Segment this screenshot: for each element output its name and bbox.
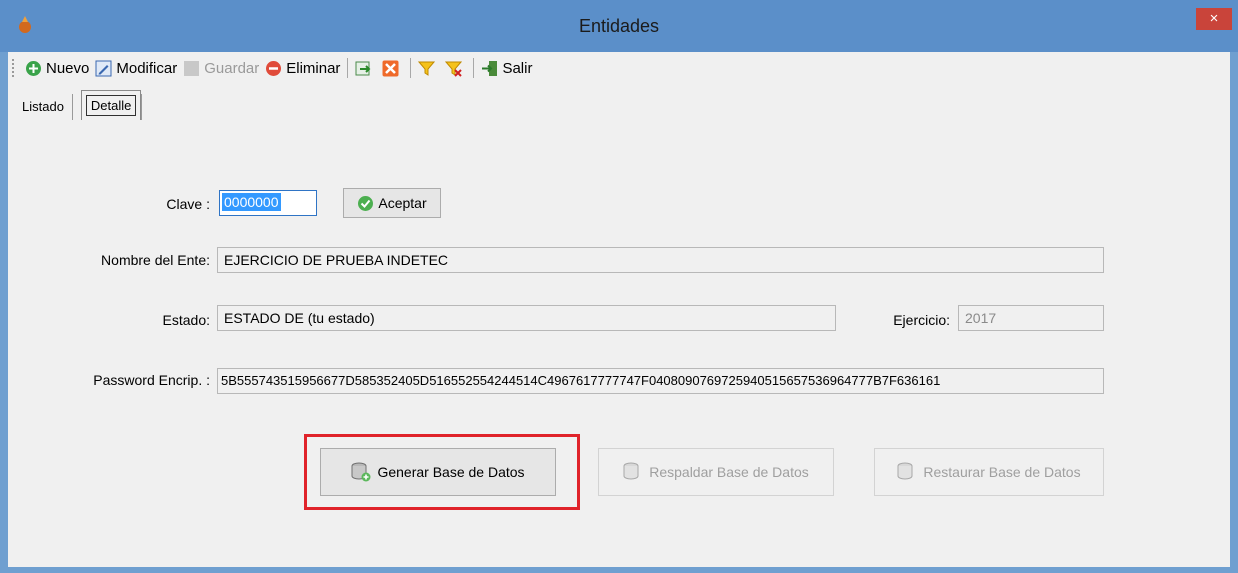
title-bar: Entidades × bbox=[0, 0, 1238, 52]
cancel-icon bbox=[382, 60, 399, 76]
tab-strip: Listado Detalle bbox=[14, 88, 143, 120]
toolbar-grip[interactable] bbox=[12, 59, 16, 77]
tab-detalle[interactable]: Detalle bbox=[80, 90, 142, 120]
tab-separator bbox=[71, 94, 73, 120]
cancel-button[interactable] bbox=[379, 56, 406, 80]
respaldar-base-label: Respaldar Base de Datos bbox=[649, 464, 809, 480]
toolbar: Nuevo Modificar Guardar Eliminar Salir bbox=[8, 52, 1230, 84]
window-title: Entidades bbox=[578, 16, 660, 36]
check-icon bbox=[358, 195, 374, 211]
save-button[interactable]: Guardar bbox=[180, 56, 262, 80]
database-backup-icon bbox=[623, 462, 639, 480]
clave-value: 0000000 bbox=[222, 193, 281, 211]
tab-listado[interactable]: Listado bbox=[14, 93, 72, 120]
application-window: Entidades × Nuevo Modificar Guardar Elim… bbox=[0, 0, 1238, 573]
exit-label: Salir bbox=[502, 59, 533, 77]
exit-icon bbox=[482, 60, 498, 76]
clear-filter-button[interactable] bbox=[442, 56, 469, 80]
password-field: 5B555743515956677D585352405D516552554244… bbox=[217, 368, 1104, 394]
client-area: Nuevo Modificar Guardar Eliminar Salir L… bbox=[8, 52, 1230, 567]
exit-button[interactable]: Salir bbox=[478, 56, 535, 80]
ejercicio-field: 2017 bbox=[958, 305, 1104, 331]
close-button[interactable]: × bbox=[1196, 8, 1232, 30]
new-button[interactable]: Nuevo bbox=[22, 56, 92, 80]
restaurar-base-label: Restaurar Base de Datos bbox=[923, 464, 1081, 480]
estado-label: Estado: bbox=[162, 312, 210, 328]
delete-icon bbox=[266, 60, 282, 76]
new-label: Nuevo bbox=[46, 59, 90, 77]
restaurar-base-button[interactable]: Restaurar Base de Datos bbox=[874, 448, 1104, 496]
ejercicio-label: Ejercicio: bbox=[893, 312, 950, 328]
add-icon bbox=[26, 60, 41, 76]
save-label: Guardar bbox=[204, 59, 260, 77]
delete-label: Eliminar bbox=[286, 59, 341, 77]
nombre-field: EJERCICIO DE PRUEBA INDETEC bbox=[217, 247, 1104, 273]
export-icon bbox=[355, 61, 371, 75]
toolbar-separator bbox=[473, 58, 475, 78]
clave-input[interactable]: 0000000 bbox=[219, 190, 317, 216]
aceptar-label: Aceptar bbox=[378, 195, 427, 211]
export-button[interactable] bbox=[352, 56, 379, 80]
nombre-label: Nombre del Ente: bbox=[101, 252, 210, 268]
clave-label: Clave : bbox=[166, 196, 210, 212]
delete-button[interactable]: Eliminar bbox=[262, 56, 343, 80]
password-label: Password Encrip. : bbox=[93, 372, 210, 388]
tab-detalle-label: Detalle bbox=[85, 95, 137, 116]
edit-icon bbox=[95, 60, 112, 76]
highlight-annotation bbox=[304, 434, 580, 510]
clear-filter-icon bbox=[445, 61, 463, 77]
toolbar-separator bbox=[347, 58, 349, 78]
filter-icon bbox=[418, 61, 436, 76]
save-icon bbox=[184, 60, 200, 76]
aceptar-button[interactable]: Aceptar bbox=[343, 188, 441, 218]
database-restore-icon bbox=[897, 462, 913, 480]
estado-field: ESTADO DE (tu estado) bbox=[217, 305, 836, 331]
respaldar-base-button[interactable]: Respaldar Base de Datos bbox=[598, 448, 834, 496]
edit-button[interactable]: Modificar bbox=[92, 56, 180, 80]
tab-separator bbox=[141, 94, 143, 120]
filter-button[interactable] bbox=[415, 56, 442, 80]
edit-label: Modificar bbox=[116, 59, 178, 77]
toolbar-separator bbox=[410, 58, 412, 78]
